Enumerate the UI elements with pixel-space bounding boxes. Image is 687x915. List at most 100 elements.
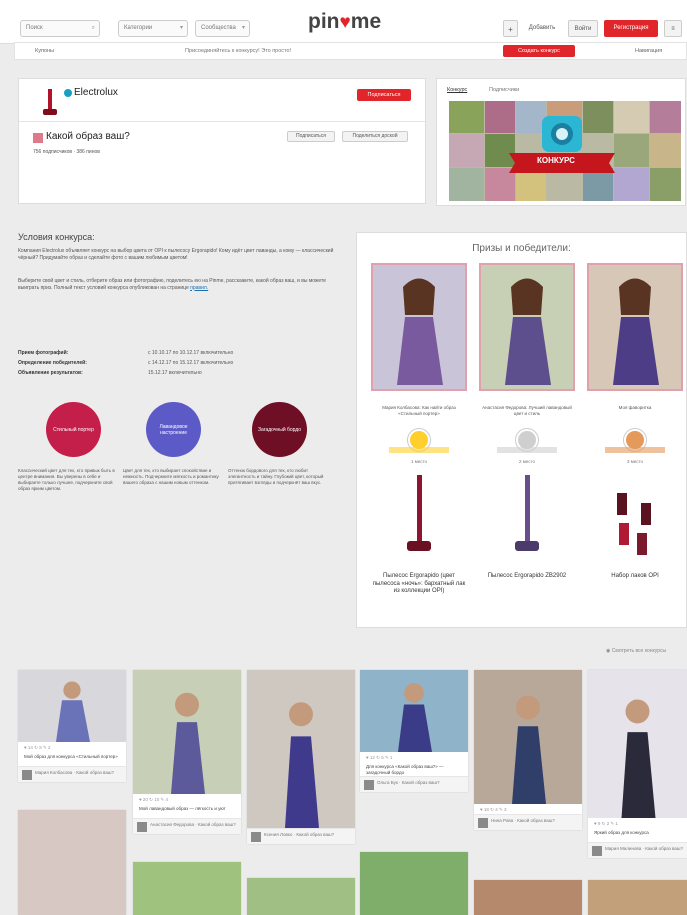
pin-image[interactable] [474, 670, 582, 804]
winner-photo[interactable] [587, 263, 683, 391]
pin-author-text: Ольга Бук · Какой образ ваш? [377, 780, 440, 785]
winner-caption: Анастасия Федорова: Лучший лавандовый цв… [482, 405, 572, 416]
coupons-link[interactable]: Купоны [35, 43, 54, 59]
conditions-heading: Условия конкурса: [18, 232, 95, 242]
logo[interactable]: pin♥me [308, 10, 381, 34]
search-icon: ⌕ [91, 25, 95, 31]
pin-card[interactable]: ♥ 18 ↻ 4 ✎ 3 Нина Рова · Какой образ ваш? [474, 670, 582, 830]
color-option-text: Оттенок бордового для тех, кто любит эле… [228, 468, 324, 485]
pin-image[interactable] [18, 670, 126, 742]
pin-card[interactable]: ♥ 9 ↻ 2 ✎ 1 Яркий образ для конкурса Мария… [588, 670, 687, 858]
pin-author[interactable]: Анастасия Федорова · Какой образ ваш? [133, 818, 241, 834]
pin-author[interactable]: Нина Рова · Какой образ ваш? [474, 814, 582, 830]
heart-icon: ♥ [339, 12, 351, 33]
board-icon [33, 133, 43, 143]
pin-card[interactable]: ♥ 20 ↻ 10 ✎ 4 Мой лавандовый образ — лёгк… [133, 670, 241, 834]
prize-image [395, 473, 443, 563]
conditions-section: Условия конкурса: Компания Electrolux об… [18, 232, 348, 562]
prize-name: Набор лаков OPI [611, 573, 659, 579]
date-label: Объявление результатов: [18, 370, 83, 376]
chevron-down-icon: ▾ [179, 25, 183, 31]
pin-image[interactable] [360, 670, 468, 752]
color-option-label: Загадочный бордо [257, 426, 302, 433]
pin-image[interactable] [247, 878, 355, 915]
pin-image[interactable] [360, 852, 468, 915]
create-contest-button[interactable]: Создать конкурс [503, 45, 575, 57]
pin-image[interactable] [133, 862, 241, 915]
color-option-text: Цвет для тех, кто выбирает спокойствие и… [123, 468, 219, 485]
medal-ribbon [605, 447, 665, 453]
divider [19, 121, 425, 122]
date-value: 15.12.17 включительно [148, 370, 202, 376]
avatar [251, 832, 261, 842]
add-link[interactable]: Добавить [522, 20, 562, 37]
pin-author[interactable]: Мария Малинова · Какой образ ваш? [588, 842, 687, 858]
chevron-down-icon: ▾ [241, 25, 245, 31]
pin-image[interactable] [133, 670, 241, 794]
winner-photo[interactable] [371, 263, 467, 391]
add-icon[interactable]: + [503, 20, 518, 37]
color-option-2[interactable]: Лавандовое настроение [146, 402, 201, 457]
pin-stats: ♥ 18 ↻ 4 ✎ 3 [480, 807, 507, 812]
login-button[interactable]: Войти [568, 20, 598, 37]
category-label: Категории [124, 25, 153, 31]
pin-author[interactable]: Ольга Бук · Какой образ ваш? [360, 776, 468, 792]
prizes-card: Призы и победители: Мария Колбасова: Как… [356, 232, 687, 628]
pin-card[interactable]: ♥ 14 ↻ 8 ✎ 2 Мой образ для конкурса «Стил… [18, 670, 126, 782]
color-option-text: Классический цвет для тех, кто привык бы… [18, 468, 115, 491]
pin-image[interactable] [247, 670, 355, 828]
pin-description: Мой образ для конкурса «Стильный портер» [24, 754, 118, 759]
prize-name: Пылесос Ergorapido (цвет пылесоса «ночь»… [372, 573, 466, 594]
pin-author[interactable]: Ксения Ловко · Какой образ ваш? [247, 828, 355, 844]
tab-followers[interactable]: Подписчики [489, 87, 519, 93]
tab-contest[interactable]: Конкурс [447, 87, 467, 93]
pin-card[interactable]: ♥ 12 ↻ 6 ✎ 1 Для конкурса «Какой образ ва… [360, 670, 468, 792]
color-option-label: Лавандовое настроение [159, 423, 188, 436]
rules-link[interactable]: правил. [190, 285, 208, 291]
search-input[interactable]: Поиск ⌕ [20, 20, 100, 37]
avatar [592, 846, 602, 856]
pin-image[interactable] [588, 670, 687, 818]
follow-brand-button[interactable]: Подписаться [357, 89, 411, 101]
color-option-1[interactable]: Стильный портер [46, 402, 101, 457]
conditions-para2: Выберите свой цвет и стиль, отберите обр… [18, 278, 343, 291]
brand-name[interactable]: Electrolux [74, 87, 118, 98]
pin-author-text: Ксения Ловко · Какой образ ваш? [264, 832, 335, 837]
medal-ribbon [389, 447, 449, 453]
see-all-link[interactable]: ◉ Смотреть все конкурсы [606, 648, 666, 654]
contest-label: КОНКУРС [537, 156, 575, 165]
medal-ribbon [497, 447, 557, 453]
date-value: с 10.10.17 по 10.12.17 включительно [148, 350, 234, 356]
register-button[interactable]: Регистрация [604, 20, 658, 37]
category-dropdown[interactable]: Категории ▾ [118, 20, 188, 37]
community-dropdown[interactable]: Сообщества ▾ [195, 20, 250, 37]
contest-banner-card: Конкурс Подписчики КОНКУРС [436, 78, 686, 206]
brand-card: Electrolux Подписаться Какой образ ваш? … [18, 78, 426, 204]
search-placeholder: Поиск [26, 25, 43, 31]
logo-right: me [350, 10, 382, 33]
pin-image[interactable] [588, 880, 687, 915]
date-value: с 14.12.17 по 15.12.17 включительно [148, 360, 234, 366]
pin-author-text: Мария Малинова · Какой образ ваш? [605, 846, 683, 851]
pin-author-text: Нина Рова · Какой образ ваш? [491, 818, 555, 823]
color-option-3[interactable]: Загадочный бордо [252, 402, 307, 457]
pin-author[interactable]: Мария Колбасова · Какой образ ваш? [18, 766, 126, 782]
pin-image[interactable] [474, 880, 582, 915]
pin-description: Яркий образ для конкурса [594, 830, 649, 835]
avatar [22, 770, 32, 780]
vacuum-thumbnail [39, 89, 61, 117]
winner-photo[interactable] [479, 263, 575, 391]
pin-image[interactable] [18, 810, 126, 915]
prize-image [503, 473, 551, 563]
pin-author-text: Анастасия Федорова · Какой образ ваш? [150, 822, 236, 827]
share-board-button[interactable]: Поделиться доской [342, 131, 408, 142]
follow-board-button[interactable]: Подписаться [287, 131, 335, 142]
prize-name: Пылесос Ergorapido ZB2902 [487, 573, 567, 579]
avatar [137, 822, 147, 832]
navigation-link[interactable]: Навигация [635, 43, 662, 59]
prizes-heading: Призы и победители: [472, 243, 571, 254]
pin-author-text: Мария Колбасова · Какой образ ваш? [35, 770, 114, 775]
pin-card[interactable]: Ксения Ловко · Какой образ ваш? [247, 670, 355, 844]
menu-icon[interactable]: ≡ [664, 20, 682, 37]
prize-image [611, 473, 659, 563]
